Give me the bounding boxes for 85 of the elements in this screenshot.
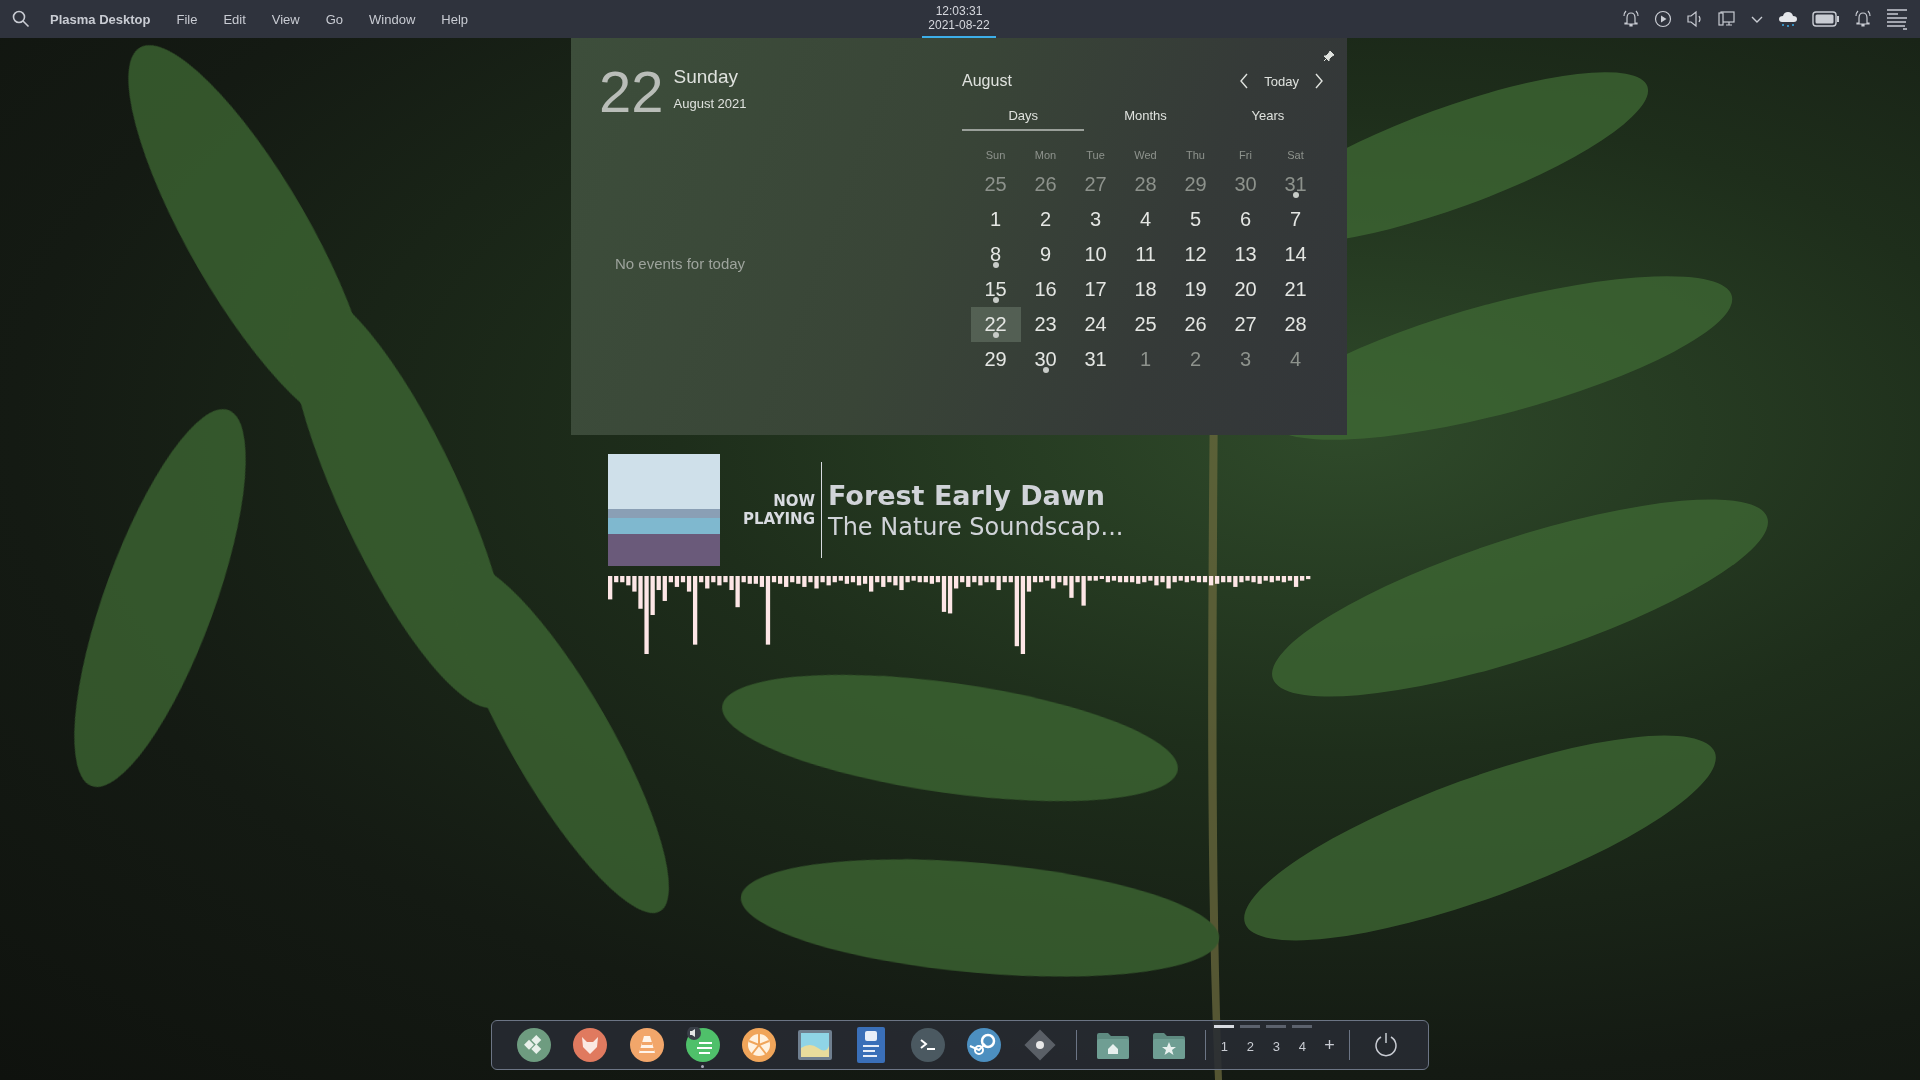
menu-icon[interactable]: [1886, 8, 1908, 30]
menu-item[interactable]: Edit: [210, 11, 259, 27]
weekday-header: Sat: [1286, 148, 1305, 163]
calendar-day[interactable]: 19: [1170, 272, 1221, 307]
month-year-label: August 2021: [673, 96, 747, 111]
menu-item[interactable]: Window: [356, 11, 429, 27]
day-number: 22: [599, 62, 664, 122]
track-artist: The Nature Soundscap...: [828, 512, 1124, 541]
weekday-header: Wed: [1133, 148, 1158, 163]
desktop-switch[interactable]: 3: [1266, 1025, 1287, 1065]
calendar-day[interactable]: 29: [970, 342, 1021, 377]
weekday-header: Fri: [1238, 148, 1253, 163]
calendar-day[interactable]: 21: [1270, 272, 1321, 307]
bell-icon[interactable]: [1854, 10, 1872, 28]
weekday-label: Sunday: [673, 66, 739, 88]
calendar-day[interactable]: 11: [1120, 237, 1171, 272]
no-events-message: No events for today: [615, 255, 747, 272]
calendar-day[interactable]: 3: [1220, 342, 1271, 377]
today-button[interactable]: Today: [1254, 69, 1309, 93]
chevron-left-icon: [1238, 72, 1251, 90]
menu-item[interactable]: Help: [428, 11, 482, 27]
calendar-day[interactable]: 20: [1220, 272, 1271, 307]
chevron-right-icon: [1313, 72, 1325, 90]
weekday-header: Thu: [1185, 148, 1206, 163]
calendar-day[interactable]: 31: [1270, 167, 1321, 202]
menu-item[interactable]: File: [163, 11, 211, 27]
desktop-switch[interactable]: 1: [1214, 1025, 1235, 1065]
calendar-day[interactable]: 7: [1270, 202, 1321, 237]
calendar-day[interactable]: 2: [1170, 342, 1221, 377]
pin-icon[interactable]: [1323, 50, 1335, 62]
search-icon[interactable]: [12, 10, 30, 28]
add-desktop-button[interactable]: +: [1318, 1034, 1341, 1056]
bell-icon[interactable]: [1622, 10, 1640, 28]
calendar-day[interactable]: 26: [1170, 307, 1221, 342]
calendar-day[interactable]: 1: [1120, 342, 1171, 377]
weekday-header: Sun: [984, 148, 1007, 163]
month-title: August: [962, 72, 1012, 90]
calendar-day[interactable]: 16: [1020, 272, 1071, 307]
calendar-day[interactable]: 23: [1020, 307, 1071, 342]
app-name: Plasma Desktop: [49, 11, 152, 27]
calendar-day[interactable]: 5: [1170, 202, 1221, 237]
view-tab[interactable]: Months: [1084, 102, 1207, 131]
calendar-day[interactable]: 29: [1170, 167, 1221, 202]
network-icon[interactable]: [1718, 10, 1736, 28]
calendar-day[interactable]: 30: [1220, 167, 1271, 202]
starred-folder-icon: [1153, 1031, 1186, 1059]
view-tab[interactable]: Days: [962, 102, 1085, 131]
calendar-day[interactable]: 12: [1170, 237, 1221, 272]
menu-item[interactable]: View: [258, 11, 313, 27]
calendar-day[interactable]: 31: [1070, 342, 1121, 377]
calendar-day[interactable]: 4: [1270, 342, 1321, 377]
battery-icon[interactable]: [1812, 11, 1840, 27]
calendar-day[interactable]: 18: [1120, 272, 1171, 307]
running-indicator: [701, 1065, 705, 1068]
calendar-day[interactable]: 17: [1070, 272, 1121, 307]
calendar-day[interactable]: 14: [1270, 237, 1321, 272]
view-tab[interactable]: Years: [1206, 102, 1329, 131]
play-icon[interactable]: [1654, 10, 1672, 28]
weekday-header: Tue: [1085, 148, 1106, 163]
weather-snow-icon[interactable]: [1778, 10, 1798, 28]
calendar-day[interactable]: 10: [1070, 237, 1121, 272]
calendar-day[interactable]: 24: [1070, 307, 1121, 342]
speaker-icon[interactable]: [1686, 10, 1704, 28]
calendar-day[interactable]: 4: [1120, 202, 1171, 237]
calendar-day[interactable]: 28: [1120, 167, 1171, 202]
calendar-day[interactable]: 15: [970, 272, 1021, 307]
calendar-day[interactable]: 30: [1020, 342, 1071, 377]
calendar-day[interactable]: 9: [1020, 237, 1071, 272]
calendar-day[interactable]: 8: [970, 237, 1021, 272]
calendar-day[interactable]: 2: [1020, 202, 1071, 237]
calendar-day[interactable]: 25: [1120, 307, 1171, 342]
now-playing-label: NOW PLAYING: [741, 492, 816, 528]
calendar-day[interactable]: 27: [1220, 307, 1271, 342]
track-title: Forest Early Dawn: [828, 479, 1106, 511]
menu-item[interactable]: Go: [312, 11, 357, 27]
calendar-day[interactable]: 22: [970, 307, 1021, 342]
calendar-day[interactable]: 3: [1070, 202, 1121, 237]
desktop-switch[interactable]: 2: [1240, 1025, 1261, 1065]
calendar-day[interactable]: 6: [1220, 202, 1271, 237]
calendar-day[interactable]: 1: [970, 202, 1021, 237]
desktop-switch[interactable]: 4: [1292, 1025, 1313, 1065]
calendar-day[interactable]: 13: [1220, 237, 1271, 272]
home-folder-icon: [1097, 1031, 1130, 1059]
weekday-header: Mon: [1033, 148, 1058, 163]
calendar-day[interactable]: 28: [1270, 307, 1321, 342]
